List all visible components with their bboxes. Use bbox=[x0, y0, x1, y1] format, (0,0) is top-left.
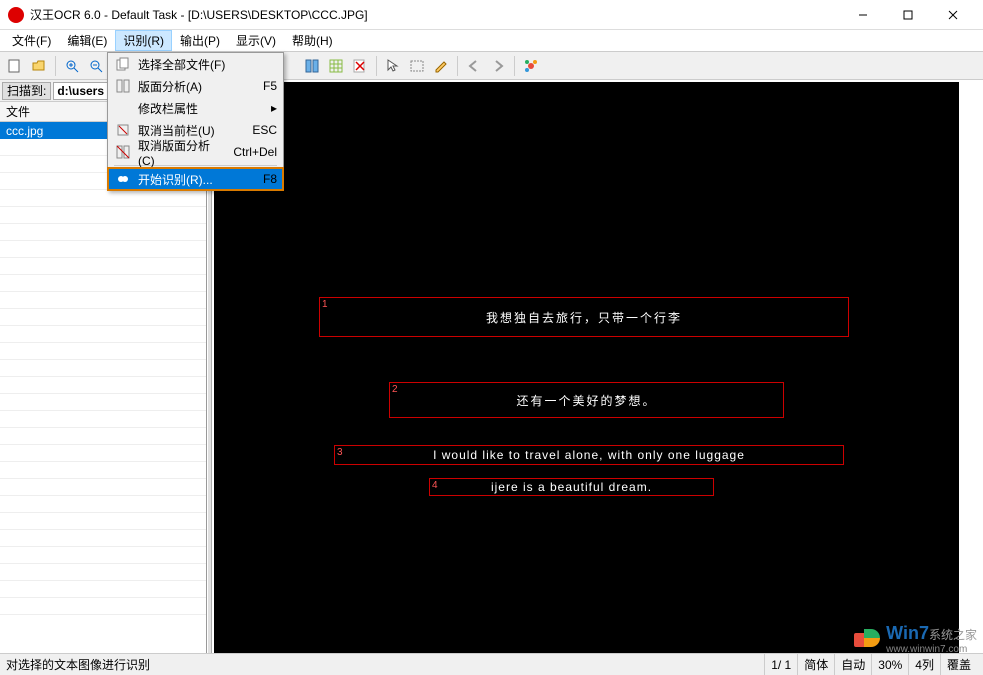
viewer-scroll[interactable]: 1我想独自去旅行，只带一个行李 2还有一个美好的梦想。 3I would lik… bbox=[212, 80, 983, 653]
file-row-empty bbox=[0, 445, 206, 462]
submenu-arrow-icon: ▸ bbox=[271, 101, 277, 115]
toolbar-separator bbox=[376, 56, 377, 76]
file-row-empty bbox=[0, 292, 206, 309]
file-row-empty bbox=[0, 326, 206, 343]
menu-file[interactable]: 文件(F) bbox=[4, 30, 59, 51]
zoom-out-icon[interactable] bbox=[85, 55, 107, 77]
status-mode: 覆盖 bbox=[940, 654, 977, 675]
app-icon bbox=[8, 7, 24, 23]
close-button[interactable] bbox=[930, 0, 975, 30]
status-zoom: 30% bbox=[871, 654, 908, 675]
pencil-icon[interactable] bbox=[430, 55, 452, 77]
grid-icon[interactable] bbox=[325, 55, 347, 77]
menu-output[interactable]: 输出(P) bbox=[172, 30, 228, 51]
open-icon[interactable] bbox=[28, 55, 50, 77]
menu-label: 修改栏属性 bbox=[138, 100, 267, 117]
file-row-empty bbox=[0, 411, 206, 428]
file-row-empty bbox=[0, 462, 206, 479]
zoom-in-icon[interactable] bbox=[61, 55, 83, 77]
file-row-empty bbox=[0, 581, 206, 598]
next-icon[interactable] bbox=[487, 55, 509, 77]
menu-select-all-files[interactable]: 选择全部文件(F) bbox=[108, 53, 283, 75]
layout-analysis-icon bbox=[114, 78, 132, 94]
settings-icon[interactable] bbox=[520, 55, 542, 77]
titlebar: 汉王OCR 6.0 - Default Task - [D:\USERS\DES… bbox=[0, 0, 983, 30]
file-row-empty bbox=[0, 547, 206, 564]
ocr-region-2[interactable]: 2还有一个美好的梦想。 bbox=[389, 382, 784, 418]
file-row-empty bbox=[0, 513, 206, 530]
cancel-column-icon bbox=[114, 122, 132, 138]
cancel-layout-icon bbox=[114, 144, 132, 160]
toolbar-separator bbox=[55, 56, 56, 76]
minimize-button[interactable] bbox=[840, 0, 885, 30]
file-row-empty bbox=[0, 258, 206, 275]
menu-label: 取消版面分析(C) bbox=[138, 137, 225, 168]
file-row-empty bbox=[0, 224, 206, 241]
select-area-icon[interactable] bbox=[406, 55, 428, 77]
viewer: 1我想独自去旅行，只带一个行李 2还有一个美好的梦想。 3I would lik… bbox=[212, 80, 983, 653]
file-row-empty bbox=[0, 360, 206, 377]
status-auto: 自动 bbox=[834, 654, 871, 675]
file-row-empty bbox=[0, 207, 206, 224]
status-columns: 4列 bbox=[908, 654, 940, 675]
image-canvas[interactable]: 1我想独自去旅行，只带一个行李 2还有一个美好的梦想。 3I would lik… bbox=[214, 82, 959, 653]
file-list[interactable]: ccc.jpg bbox=[0, 122, 206, 653]
pointer-icon[interactable] bbox=[382, 55, 404, 77]
blank-icon bbox=[114, 100, 132, 116]
file-row-empty bbox=[0, 309, 206, 326]
file-row-empty bbox=[0, 377, 206, 394]
new-icon[interactable] bbox=[4, 55, 26, 77]
menu-label: 版面分析(A) bbox=[138, 78, 255, 95]
window-title: 汉王OCR 6.0 - Default Task - [D:\USERS\DES… bbox=[30, 6, 840, 23]
file-row-empty bbox=[0, 530, 206, 547]
menu-start-recognize[interactable]: 开始识别(R)... F8 bbox=[108, 168, 283, 190]
file-row-empty bbox=[0, 275, 206, 292]
menu-edit[interactable]: 编辑(E) bbox=[59, 30, 115, 51]
menu-label: 选择全部文件(F) bbox=[138, 56, 277, 73]
file-row-empty bbox=[0, 394, 206, 411]
menu-cancel-layout-analysis[interactable]: 取消版面分析(C) Ctrl+Del bbox=[108, 141, 283, 163]
shortcut-label: F5 bbox=[263, 79, 277, 93]
file-row-empty bbox=[0, 241, 206, 258]
menubar: 文件(F) 编辑(E) 识别(R) 输出(P) 显示(V) 帮助(H) bbox=[0, 30, 983, 52]
shortcut-label: F8 bbox=[263, 172, 277, 186]
ocr-region-1[interactable]: 1我想独自去旅行，只带一个行李 bbox=[319, 297, 849, 337]
menu-label: 开始识别(R)... bbox=[138, 171, 255, 188]
file-row-empty bbox=[0, 496, 206, 513]
prev-icon[interactable] bbox=[463, 55, 485, 77]
ocr-region-3[interactable]: 3I would like to travel alone, with only… bbox=[334, 445, 844, 465]
file-row-empty bbox=[0, 343, 206, 360]
scan-to-label: 扫描到: bbox=[2, 82, 51, 100]
menu-help[interactable]: 帮助(H) bbox=[284, 30, 341, 51]
menu-modify-column[interactable]: 修改栏属性 ▸ bbox=[108, 97, 283, 119]
file-row-empty bbox=[0, 598, 206, 615]
file-row-empty bbox=[0, 479, 206, 496]
statusbar: 对选择的文本图像进行识别 1/ 1 简体 自动 30% 4列 覆盖 bbox=[0, 653, 983, 675]
status-message: 对选择的文本图像进行识别 bbox=[6, 656, 764, 673]
file-row-empty bbox=[0, 428, 206, 445]
layout-icon[interactable] bbox=[301, 55, 323, 77]
toolbar-separator bbox=[514, 56, 515, 76]
maximize-button[interactable] bbox=[885, 0, 930, 30]
shortcut-label: Ctrl+Del bbox=[233, 145, 277, 159]
menu-recognize[interactable]: 识别(R) bbox=[115, 30, 172, 51]
menu-view[interactable]: 显示(V) bbox=[228, 30, 284, 51]
file-row-empty bbox=[0, 564, 206, 581]
ocr-region-4[interactable]: 4ijere is a beautiful dream. bbox=[429, 478, 714, 496]
window-controls bbox=[840, 0, 975, 30]
select-files-icon bbox=[114, 56, 132, 72]
delete-layout-icon[interactable] bbox=[349, 55, 371, 77]
file-row-empty bbox=[0, 190, 206, 207]
menu-layout-analysis[interactable]: 版面分析(A) F5 bbox=[108, 75, 283, 97]
toolbar-separator bbox=[457, 56, 458, 76]
recognize-dropdown: 选择全部文件(F) 版面分析(A) F5 修改栏属性 ▸ 取消当前栏(U) ES… bbox=[107, 52, 284, 191]
recognize-icon bbox=[114, 171, 132, 187]
status-lang: 简体 bbox=[797, 654, 834, 675]
status-page: 1/ 1 bbox=[764, 654, 797, 675]
shortcut-label: ESC bbox=[252, 123, 277, 137]
